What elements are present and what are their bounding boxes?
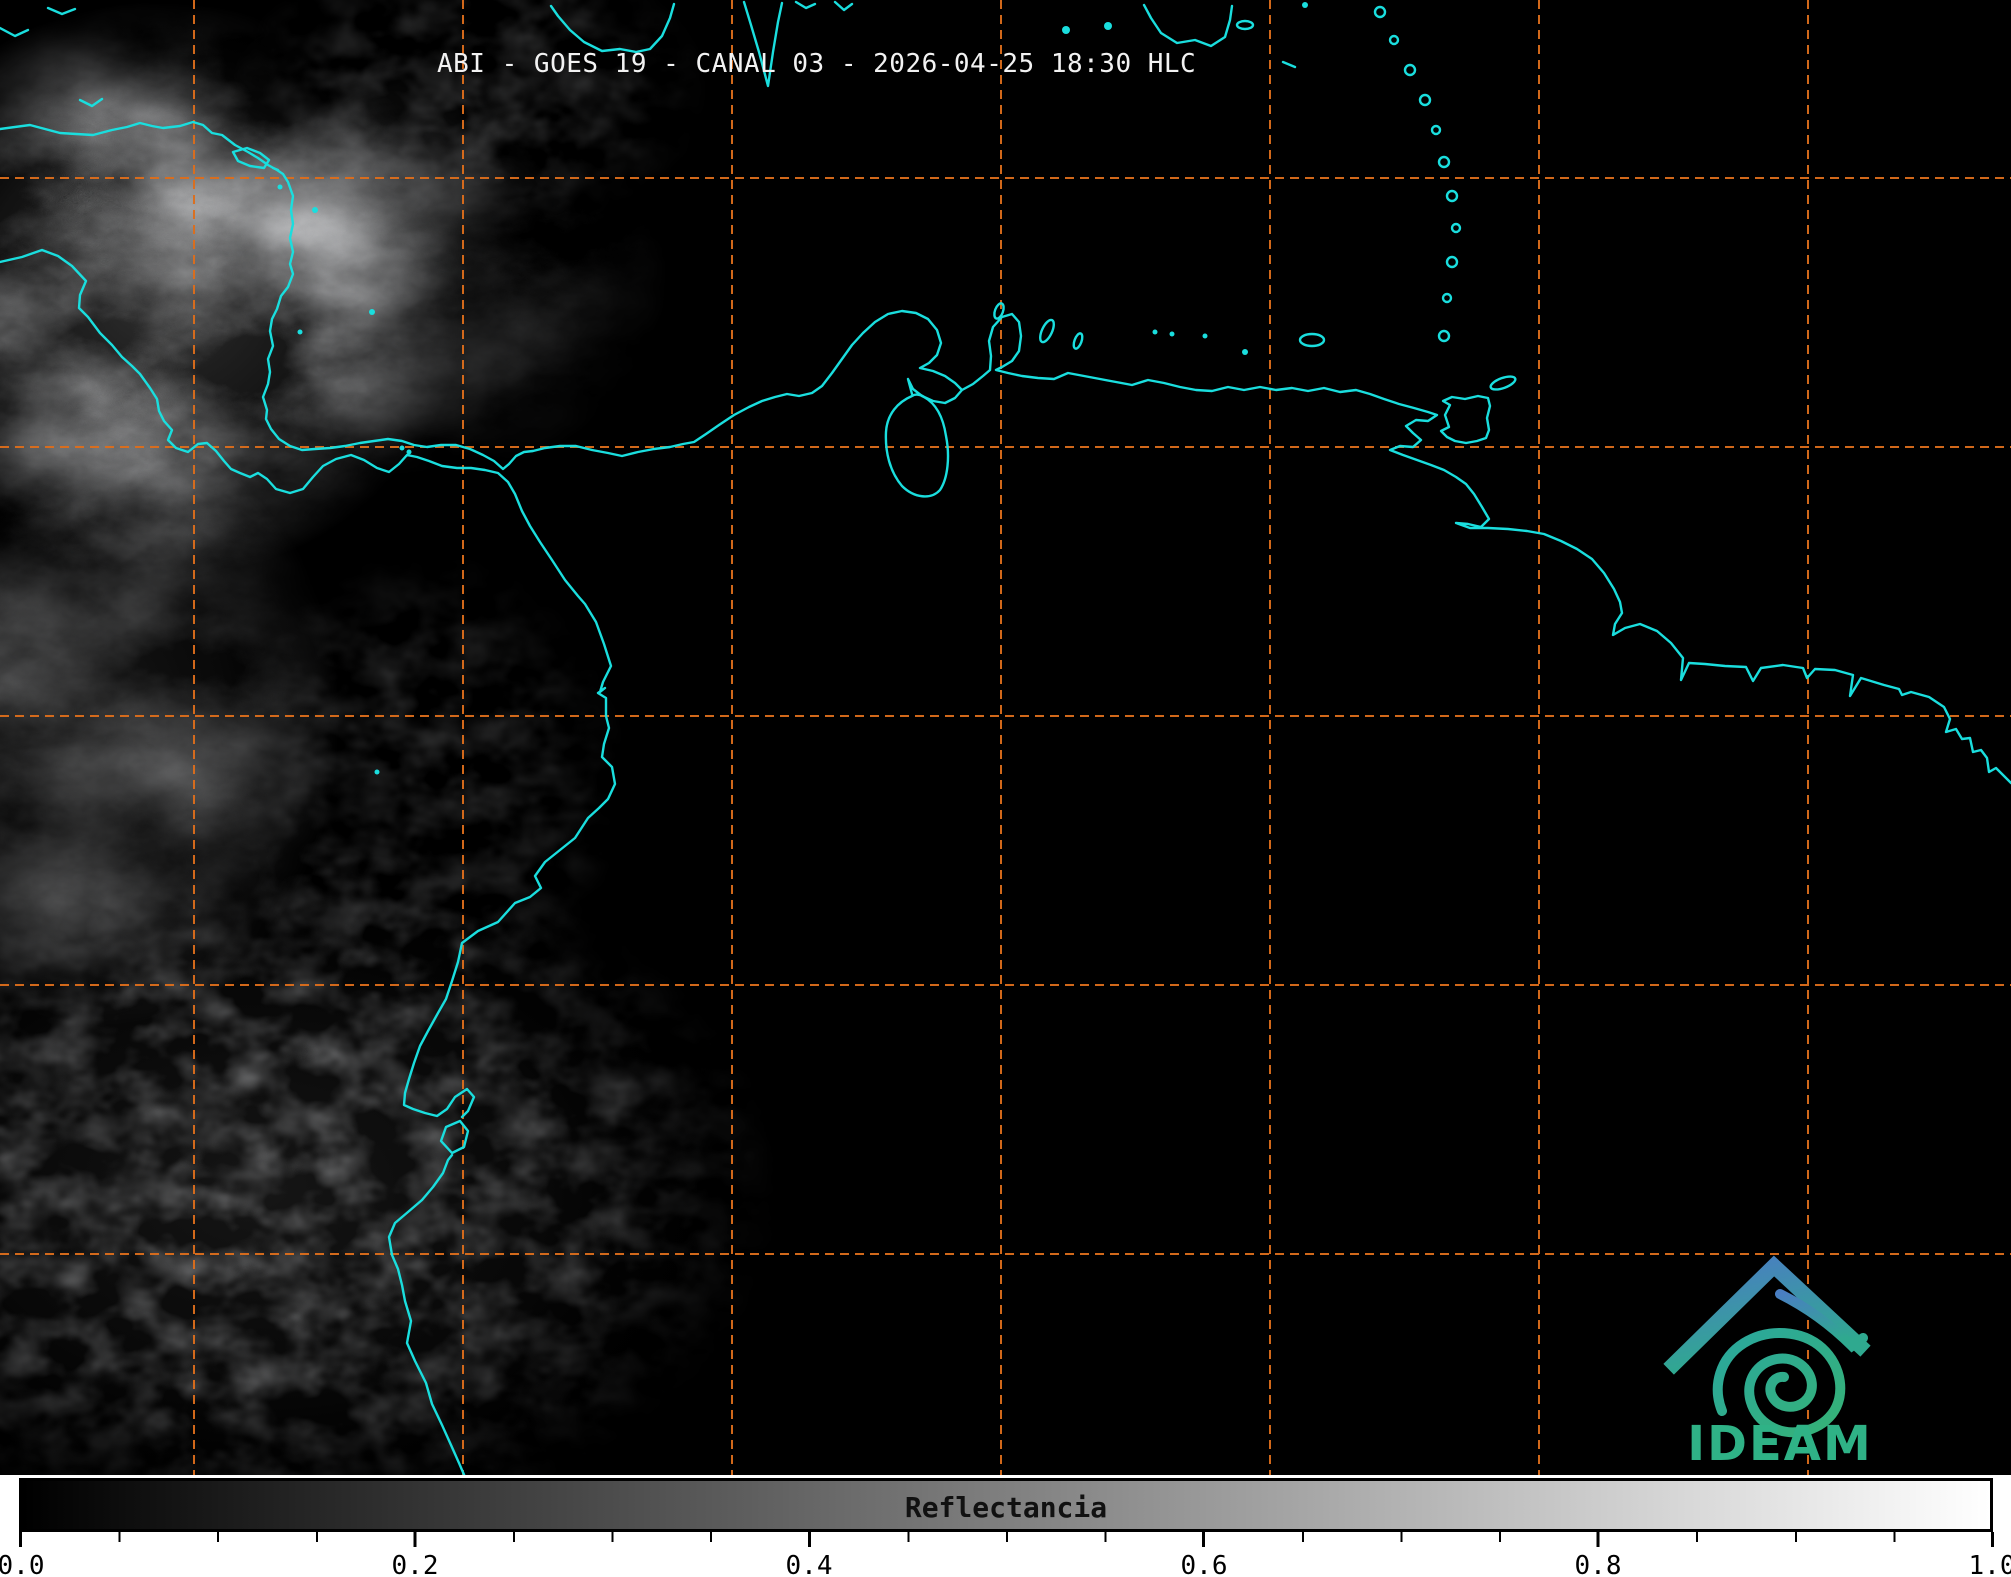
colorbar-tick-label: 0.6 bbox=[1180, 1551, 1228, 1577]
cloud-speckle-pacific bbox=[200, 540, 640, 1020]
colorbar: Reflectancia 0.0 0.2 0.4 0.6 0.8 1.0 bbox=[0, 1475, 2011, 1577]
colorbar-tick-label: 0.4 bbox=[785, 1551, 833, 1577]
colorbar-tick-label: 0.0 bbox=[0, 1551, 45, 1577]
ideam-logo: IDEAM bbox=[1652, 1246, 1908, 1482]
colorbar-label: Reflectancia bbox=[904, 1491, 1108, 1524]
roof-icon bbox=[1663, 1255, 1871, 1375]
satellite-map: ABI - GOES 19 - CANAL 03 - 2026-04-25 18… bbox=[0, 0, 2011, 1475]
colorbar-tick-label: 0.8 bbox=[1574, 1551, 1622, 1577]
colorbar-gradient: Reflectancia bbox=[19, 1478, 1993, 1532]
map-title: ABI - GOES 19 - CANAL 03 - 2026-04-25 18… bbox=[437, 49, 1197, 79]
ideam-logo-text: IDEAM bbox=[1687, 1416, 1873, 1472]
screenshot-root: ABI - GOES 19 - CANAL 03 - 2026-04-25 18… bbox=[0, 0, 2011, 1577]
colorbar-tick-label: 0.2 bbox=[391, 1551, 439, 1577]
colorbar-tick-label: 1.0 bbox=[1968, 1551, 2011, 1577]
colorbar-major-ticks bbox=[19, 1532, 1996, 1547]
cloud-haze-top bbox=[220, 0, 720, 260]
